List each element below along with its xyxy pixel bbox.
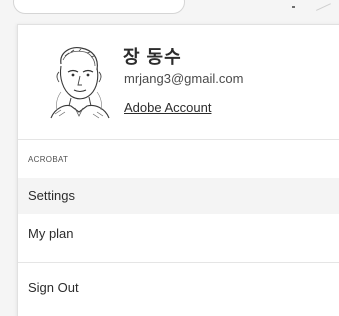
search-field[interactable] [13, 0, 185, 14]
menu-item-settings[interactable]: Settings [18, 178, 339, 214]
toolbar-edge-icon [316, 3, 336, 22]
section-label: ACROBAT [28, 155, 69, 164]
menu-item-sign-out[interactable]: Sign Out [18, 270, 339, 306]
avatar [50, 47, 110, 119]
account-menu: 장 동수 mrjang3@gmail.com Adobe Account ACR… [17, 24, 339, 316]
profile-section: 장 동수 mrjang3@gmail.com Adobe Account [18, 25, 339, 139]
user-name: 장 동수 [123, 47, 182, 67]
account-popover-screen: 장 동수 mrjang3@gmail.com Adobe Account ACR… [0, 0, 339, 316]
menu-item-my-plan[interactable]: My plan [18, 216, 339, 252]
divider [18, 139, 339, 140]
divider [18, 262, 339, 263]
user-email: mrjang3@gmail.com [124, 71, 244, 86]
toolbar-dot-icon [292, 6, 295, 8]
adobe-account-link[interactable]: Adobe Account [124, 100, 211, 115]
